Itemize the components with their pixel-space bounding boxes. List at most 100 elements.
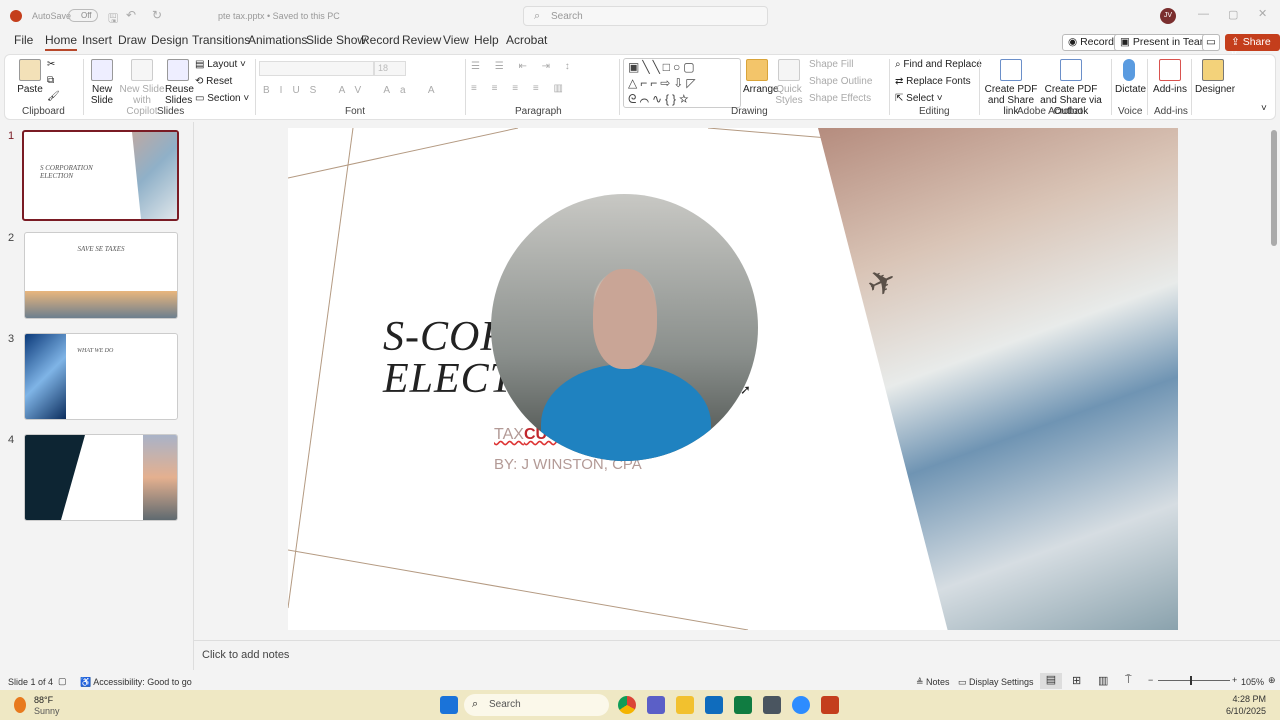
zoom-slider[interactable]	[1158, 676, 1230, 685]
slide-sorter-icon[interactable]: ⊞	[1072, 674, 1081, 687]
excel-icon[interactable]	[734, 696, 752, 714]
undo-icon[interactable]: ↶	[126, 8, 136, 22]
autosave-toggle[interactable]: Off	[68, 9, 98, 22]
copy-icon[interactable]: ⧉	[47, 75, 54, 86]
display-settings-label: Display Settings	[969, 677, 1034, 687]
powerpoint-logo-icon	[10, 10, 22, 22]
designer-button[interactable]: Designer	[1195, 59, 1235, 95]
comments-icon[interactable]: ▭	[1202, 34, 1220, 51]
add-ins-button[interactable]: Add-ins	[1153, 59, 1187, 95]
find-replace-button[interactable]: ⌕ Find and Replace	[895, 59, 982, 70]
file-name[interactable]: pte tax.pptx • Saved to this PC	[218, 11, 340, 21]
thumbnail-number: 4	[8, 434, 15, 446]
close-icon[interactable]: ✕	[1258, 7, 1267, 20]
clock-date[interactable]: 6/10/2025	[1218, 706, 1266, 716]
slide-thumbnail-1[interactable]: S CORPORATION ELECTION	[22, 130, 179, 221]
tab-animations[interactable]: Animations	[248, 33, 307, 47]
share-button[interactable]: ⇪ Share ˅	[1225, 34, 1280, 60]
reset-button[interactable]: ⟲ Reset	[195, 76, 232, 87]
slide-thumbnail-3[interactable]: WHAT WE DO	[24, 333, 178, 420]
tab-transitions[interactable]: Transitions	[192, 33, 250, 47]
vertical-scrollbar[interactable]	[1270, 122, 1278, 632]
avatar[interactable]: JV	[1160, 8, 1176, 24]
windows-start-icon[interactable]	[440, 696, 458, 714]
blue-building-image	[25, 334, 66, 419]
notes-pane[interactable]: Click to add notes	[194, 640, 1280, 668]
select-button[interactable]: ⇱ Select ˅	[895, 93, 943, 104]
chrome-icon[interactable]	[618, 696, 636, 714]
align-buttons[interactable]: ≡ ≡ ≡ ≡ ▥	[471, 83, 569, 94]
tab-acrobat[interactable]: Acrobat	[506, 33, 547, 47]
tab-file[interactable]: File	[14, 33, 33, 47]
tab-insert[interactable]: Insert	[82, 33, 112, 47]
weather-icon[interactable]	[14, 697, 26, 713]
tab-home[interactable]: Home	[45, 33, 78, 51]
display-settings-button[interactable]: ▭ Display Settings	[958, 677, 1034, 688]
font-name-dropdown[interactable]	[259, 61, 374, 76]
reset-label: Reset	[206, 76, 233, 87]
new-slide-button[interactable]: New Slide	[87, 59, 117, 106]
zoom-level[interactable]: 105%	[1241, 677, 1264, 687]
replace-fonts-label: Replace Fonts	[906, 76, 971, 87]
clock-time[interactable]: 4:28 PM	[1228, 694, 1266, 704]
shapes-gallery[interactable]: ▣╲╲□○▢ △⌐⌐⇨⇩◸ ᘓ⌒∿{}☆	[623, 58, 741, 108]
taskbar-search[interactable]: ⌕ Search	[464, 694, 609, 716]
accessibility-button[interactable]: ♿ Accessibility: Good to go	[80, 677, 192, 688]
cut-icon[interactable]: ✂	[47, 59, 55, 70]
notes-button[interactable]: ≜ Notes	[916, 677, 950, 688]
shape-effects-button[interactable]: Shape Effects	[809, 93, 871, 104]
replace-fonts-button[interactable]: ⇄ Replace Fonts	[895, 76, 971, 87]
zoom-app-icon[interactable]	[792, 696, 810, 714]
shape-outline-button[interactable]: Shape Outline	[809, 76, 872, 87]
reading-view-icon[interactable]: ▥	[1098, 674, 1108, 687]
powerpoint-icon[interactable]	[821, 696, 839, 714]
save-icon[interactable]: 🖫	[108, 9, 118, 30]
tab-help[interactable]: Help	[474, 33, 499, 47]
list-buttons[interactable]: ☰ ☰ ⇤ ⇥ ↕	[471, 61, 576, 72]
weather-temp[interactable]: 88°F	[34, 695, 53, 705]
quick-styles-button[interactable]: Quick Styles	[775, 59, 803, 106]
font-format-buttons[interactable]: BIUS AV Aa A	[263, 85, 445, 96]
slide-thumbnail-2[interactable]: SAVE SE TAXES	[24, 232, 178, 319]
slide-thumbnail-4[interactable]	[24, 434, 178, 521]
microphone-icon	[1123, 59, 1135, 81]
search-box[interactable]: ⌕ Search	[523, 6, 768, 26]
minimize-icon[interactable]: —	[1198, 8, 1209, 20]
slide-show-icon[interactable]: ⍑	[1125, 674, 1132, 687]
tab-review[interactable]: Review	[402, 33, 441, 47]
layout-button[interactable]: ▤ Layout ˅	[195, 59, 246, 70]
section-button[interactable]: ▭ Section ˅	[195, 93, 249, 104]
tab-draw[interactable]: Draw	[118, 33, 146, 47]
reuse-slides-button[interactable]: Reuse Slides	[165, 59, 194, 106]
tab-slide-show[interactable]: Slide Show	[306, 33, 366, 47]
calculator-icon[interactable]	[763, 696, 781, 714]
teams-icon[interactable]	[647, 696, 665, 714]
zoom-slider-thumb[interactable]	[1190, 676, 1192, 685]
fit-to-window-icon[interactable]: ⊕	[1268, 675, 1276, 686]
outlook-icon[interactable]	[705, 696, 723, 714]
slide-canvas[interactable]: ✈ S-CORPORATION ELECTION TAXCUT BY: J WI…	[288, 128, 1178, 630]
zoom-out-icon[interactable]: −	[1148, 675, 1153, 685]
tab-view[interactable]: View	[443, 33, 469, 47]
normal-view-icon[interactable]: ▤	[1040, 673, 1062, 689]
collapse-ribbon-icon[interactable]: ˅	[1261, 103, 1267, 114]
add-ins-label: Add-ins	[1153, 84, 1187, 95]
group-voice: Voice	[1118, 106, 1143, 117]
format-painter-icon[interactable]: 🖌	[47, 91, 60, 102]
redo-icon[interactable]: ↻	[152, 8, 162, 22]
tab-record[interactable]: Record	[361, 33, 400, 47]
file-explorer-icon[interactable]	[676, 696, 694, 714]
tab-design[interactable]: Design	[151, 33, 188, 47]
shape-fill-button[interactable]: Shape Fill	[809, 59, 853, 70]
font-size-dropdown[interactable]: 18	[374, 61, 406, 76]
group-font: Font	[345, 106, 366, 117]
record-button[interactable]: ◉ Record	[1062, 34, 1120, 51]
weather-condition[interactable]: Sunny	[34, 706, 60, 716]
paste-button[interactable]: Paste	[17, 59, 43, 95]
arrange-button[interactable]: Arrange	[743, 59, 779, 95]
maximize-icon[interactable]: ▢	[1228, 8, 1238, 21]
spelling-icon[interactable]: ▢	[58, 676, 67, 687]
group-editing: Editing	[919, 106, 950, 117]
zoom-in-icon[interactable]: +	[1232, 675, 1237, 685]
dictate-button[interactable]: Dictate	[1115, 59, 1146, 95]
